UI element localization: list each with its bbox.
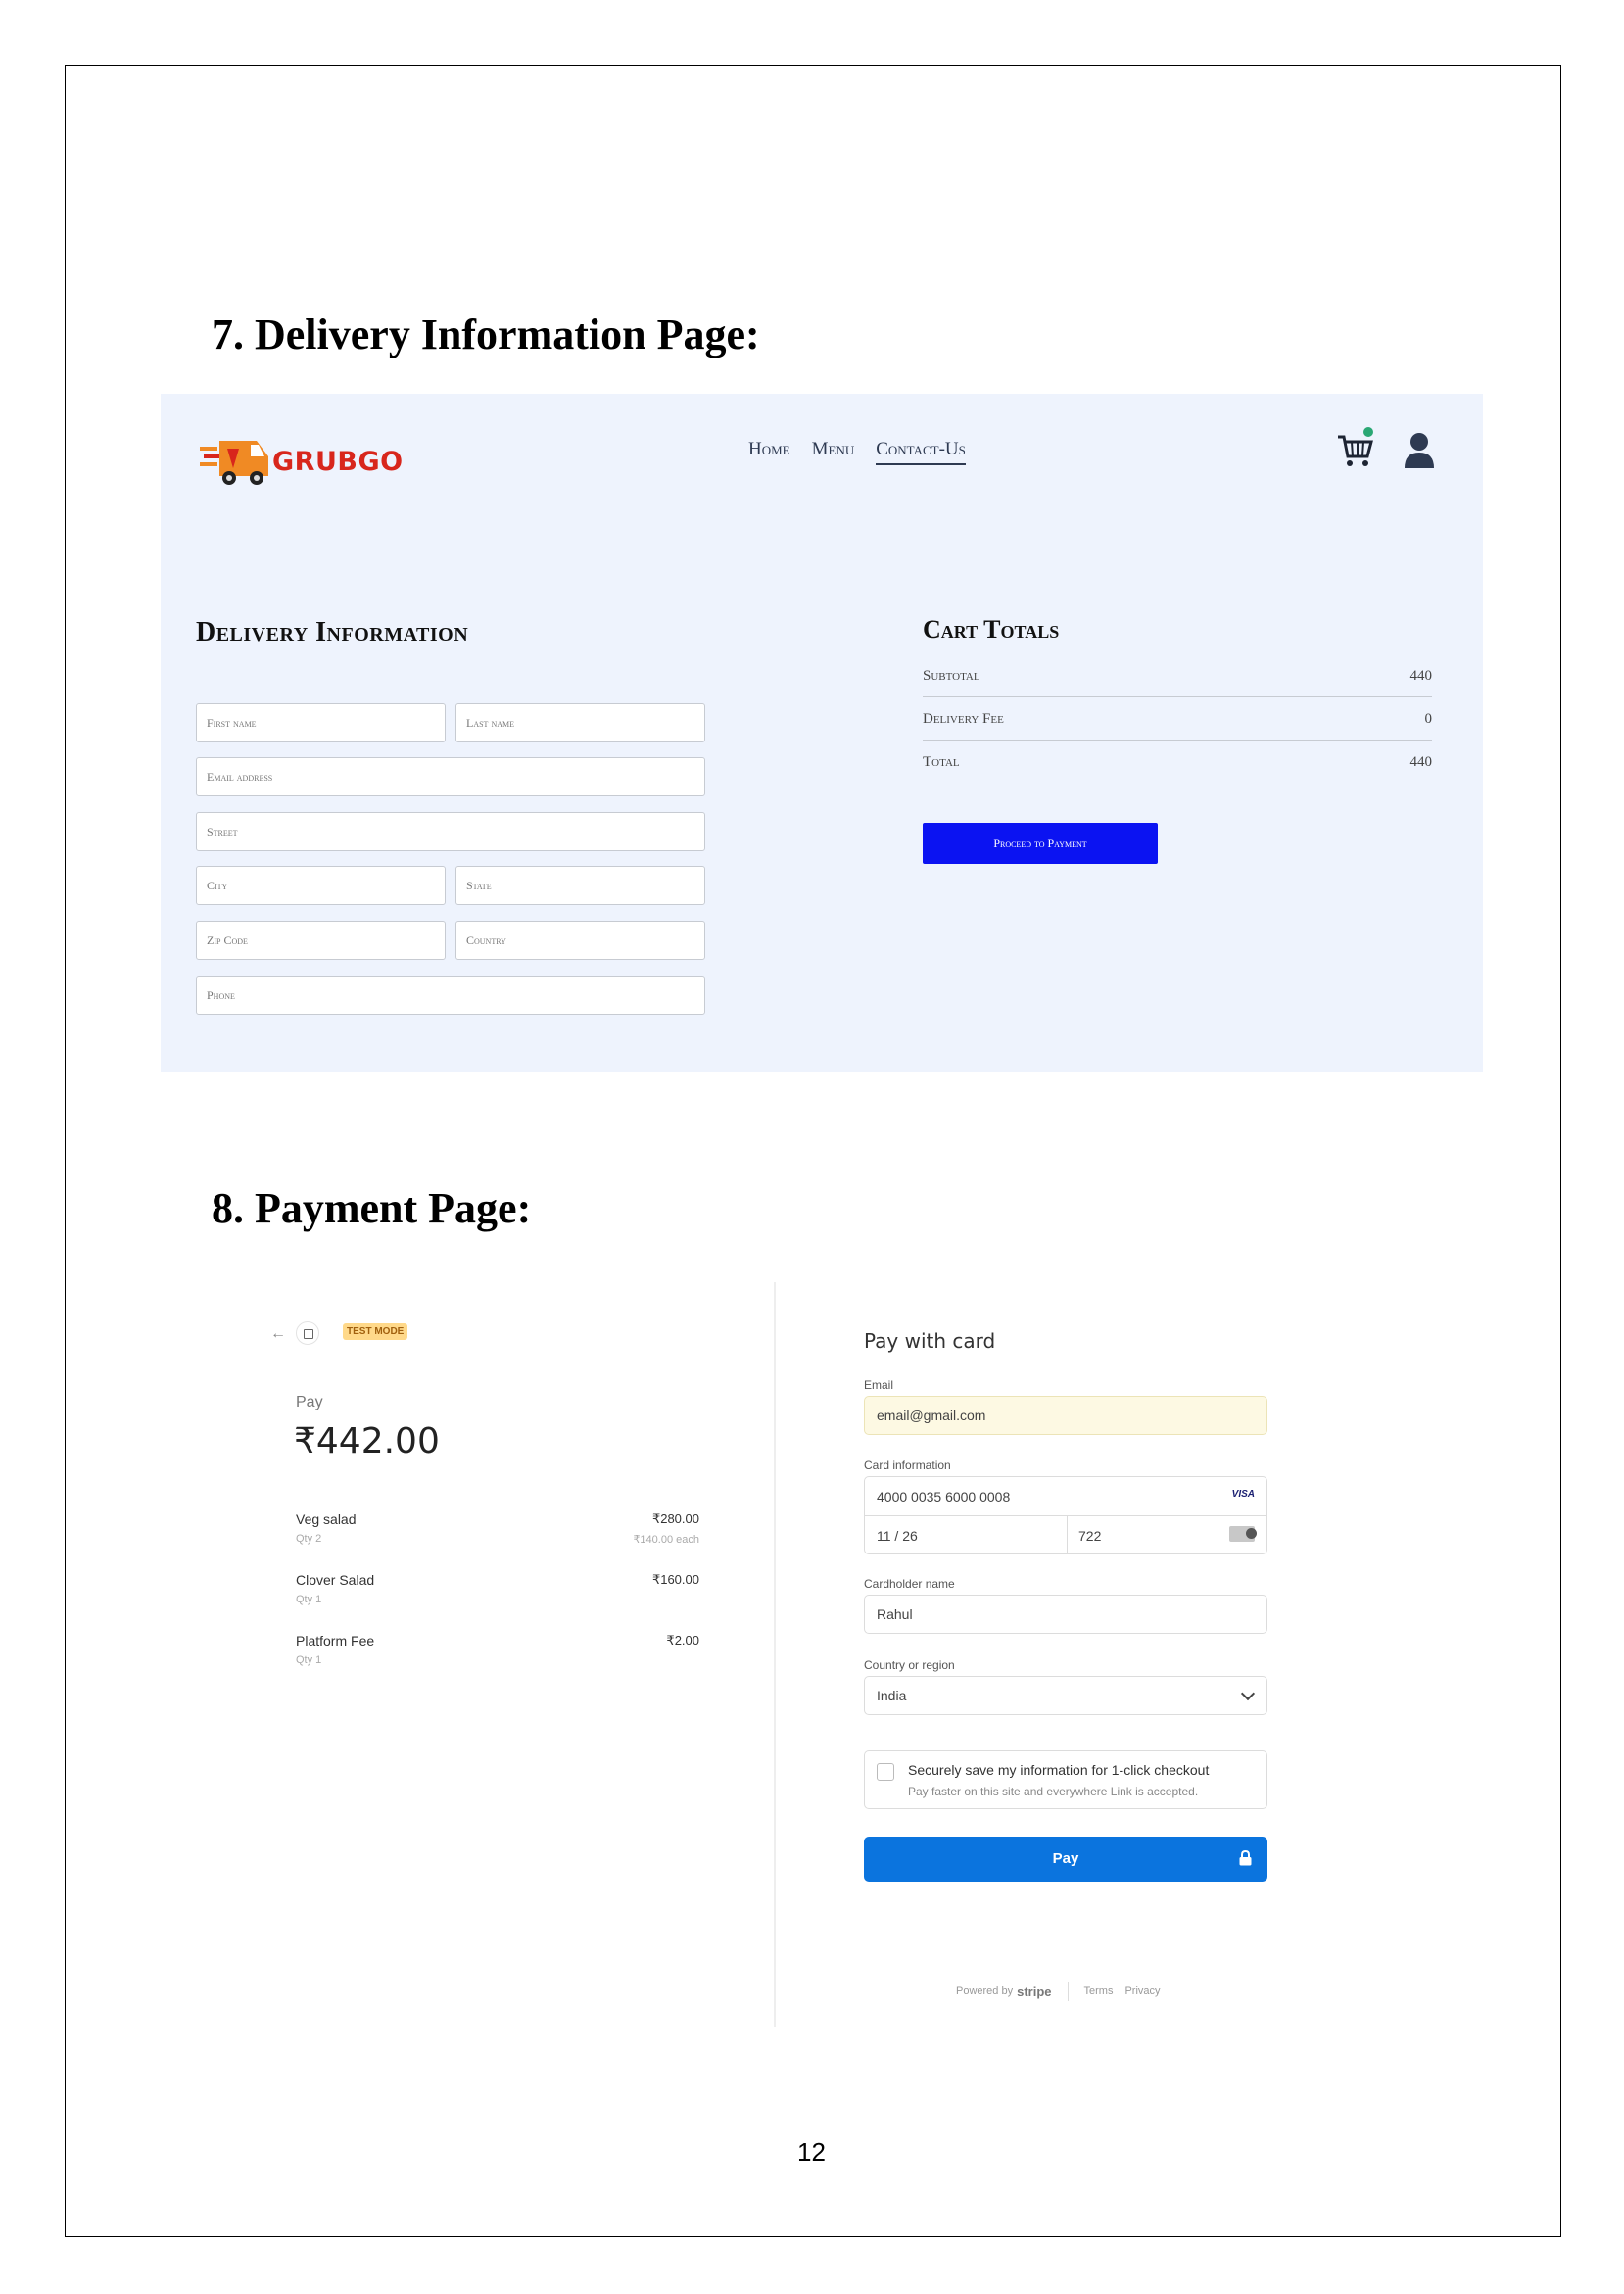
main-nav: Home Menu Contact-Us (748, 439, 966, 465)
visa-icon: VISA (1231, 1489, 1255, 1500)
section-heading-delivery: 7. Delivery Information Page: (212, 311, 760, 358)
card-divider (865, 1515, 1266, 1516)
test-mode-badge: TEST MODE (343, 1323, 408, 1340)
cardholder-label: Cardholder name (864, 1577, 955, 1591)
pay-label: Pay (296, 1394, 323, 1410)
item-price: ₹280.00 (651, 1511, 699, 1526)
privacy-link[interactable]: Privacy (1124, 1985, 1160, 1997)
email-input[interactable]: email@gmail.com (864, 1396, 1267, 1435)
card-expiry-input[interactable]: 11 / 26 (877, 1528, 918, 1544)
column-divider (774, 1282, 776, 2027)
save-info-subtitle: Pay faster on this site and everywhere L… (908, 1785, 1199, 1798)
country-value: India (877, 1688, 907, 1703)
cardholder-input[interactable]: Rahul (864, 1595, 1267, 1634)
terms-link[interactable]: Terms (1084, 1985, 1114, 1997)
card-info-label: Card information (864, 1458, 951, 1472)
cart-icon[interactable] (1336, 433, 1375, 468)
item-qty: Qty 1 (296, 1594, 322, 1605)
stripe-logo[interactable]: stripe (1017, 1984, 1051, 1999)
total-row: Total 440 (923, 744, 1432, 784)
country-select[interactable]: India (864, 1676, 1267, 1715)
item-name: Veg salad (296, 1511, 357, 1527)
lock-icon (1239, 1850, 1252, 1866)
save-info-option[interactable]: Securely save my information for 1-click… (864, 1750, 1267, 1809)
item-price: ₹160.00 (651, 1572, 699, 1587)
powered-by-text: Powered by (956, 1985, 1014, 1997)
card-info-box: 4000 0035 6000 0008 VISA 11 / 26 722 (864, 1476, 1267, 1554)
first-name-field[interactable]: First name (196, 703, 446, 742)
card-divider-vertical (1067, 1516, 1068, 1554)
item-qty: Qty 1 (296, 1654, 322, 1666)
store-icon (296, 1321, 319, 1345)
proceed-to-payment-button[interactable]: Proceed to Payment (923, 823, 1158, 864)
pay-amount: ₹442.00 (294, 1421, 440, 1461)
delivery-fee-value: 0 (1424, 711, 1433, 727)
delivery-fee-label: Delivery Fee (923, 711, 1004, 727)
last-name-field[interactable]: Last name (455, 703, 705, 742)
save-info-title: Securely save my information for 1-click… (908, 1762, 1210, 1778)
country-label: Country or region (864, 1658, 955, 1672)
phone-field[interactable]: Phone (196, 976, 705, 1015)
country-field[interactable]: Country (455, 921, 705, 960)
nav-menu[interactable]: Menu (812, 439, 855, 465)
item-unit-price: ₹140.00 each (633, 1534, 699, 1546)
item-price: ₹2.00 (666, 1633, 699, 1648)
section-heading-payment: 8. Payment Page: (212, 1184, 532, 1232)
delivery-truck-icon (200, 441, 268, 485)
state-field[interactable]: State (455, 866, 705, 905)
pay-button[interactable]: Pay (864, 1837, 1267, 1882)
footer-separator (1067, 1982, 1069, 2001)
delivery-info-title: Delivery Information (196, 617, 469, 647)
street-field[interactable]: Street (196, 812, 705, 851)
stripe-footer: Powered by stripe Terms Privacy (956, 1982, 1172, 2001)
delivery-info-screenshot: GRUBGO Home Menu Contact-Us Delivery Inf… (161, 394, 1483, 1072)
card-cvc-input[interactable]: 722 (1078, 1528, 1101, 1544)
save-info-checkbox[interactable] (877, 1763, 894, 1781)
cvc-card-icon (1229, 1526, 1257, 1542)
pay-with-card-title: Pay with card (864, 1329, 996, 1353)
subtotal-value: 440 (1409, 668, 1433, 684)
item-name: Clover Salad (296, 1572, 375, 1588)
nav-contact-us[interactable]: Contact-Us (876, 439, 966, 465)
email-label: Email (864, 1378, 894, 1392)
card-number-input[interactable]: 4000 0035 6000 0008 (877, 1489, 1010, 1505)
item-qty: Qty 2 (296, 1533, 322, 1545)
email-field[interactable]: Email address (196, 757, 705, 796)
page-number: 12 (797, 2137, 826, 2167)
delivery-fee-row: Delivery Fee 0 (923, 701, 1432, 741)
zip-code-field[interactable]: Zip Code (196, 921, 446, 960)
nav-home[interactable]: Home (748, 439, 790, 465)
chevron-down-icon (1240, 1686, 1256, 1701)
subtotal-row: Subtotal 440 (923, 658, 1432, 697)
pay-button-label: Pay (1052, 1850, 1079, 1867)
grubgo-logo[interactable]: GRUBGO (200, 433, 403, 488)
item-name: Platform Fee (296, 1633, 375, 1649)
city-field[interactable]: City (196, 866, 446, 905)
cart-badge-dot (1363, 427, 1373, 437)
payment-screenshot: ← TEST MODE Pay ₹442.00 Veg salad Qty 2 … (161, 1278, 1483, 2042)
total-value: 440 (1409, 754, 1433, 770)
user-profile-icon[interactable] (1403, 431, 1436, 470)
subtotal-label: Subtotal (923, 668, 980, 684)
back-arrow-icon[interactable]: ← (270, 1325, 286, 1343)
total-label: Total (923, 754, 960, 770)
logo-text: GRUBGO (272, 447, 404, 477)
cart-totals-title: Cart Totals (923, 615, 1060, 644)
